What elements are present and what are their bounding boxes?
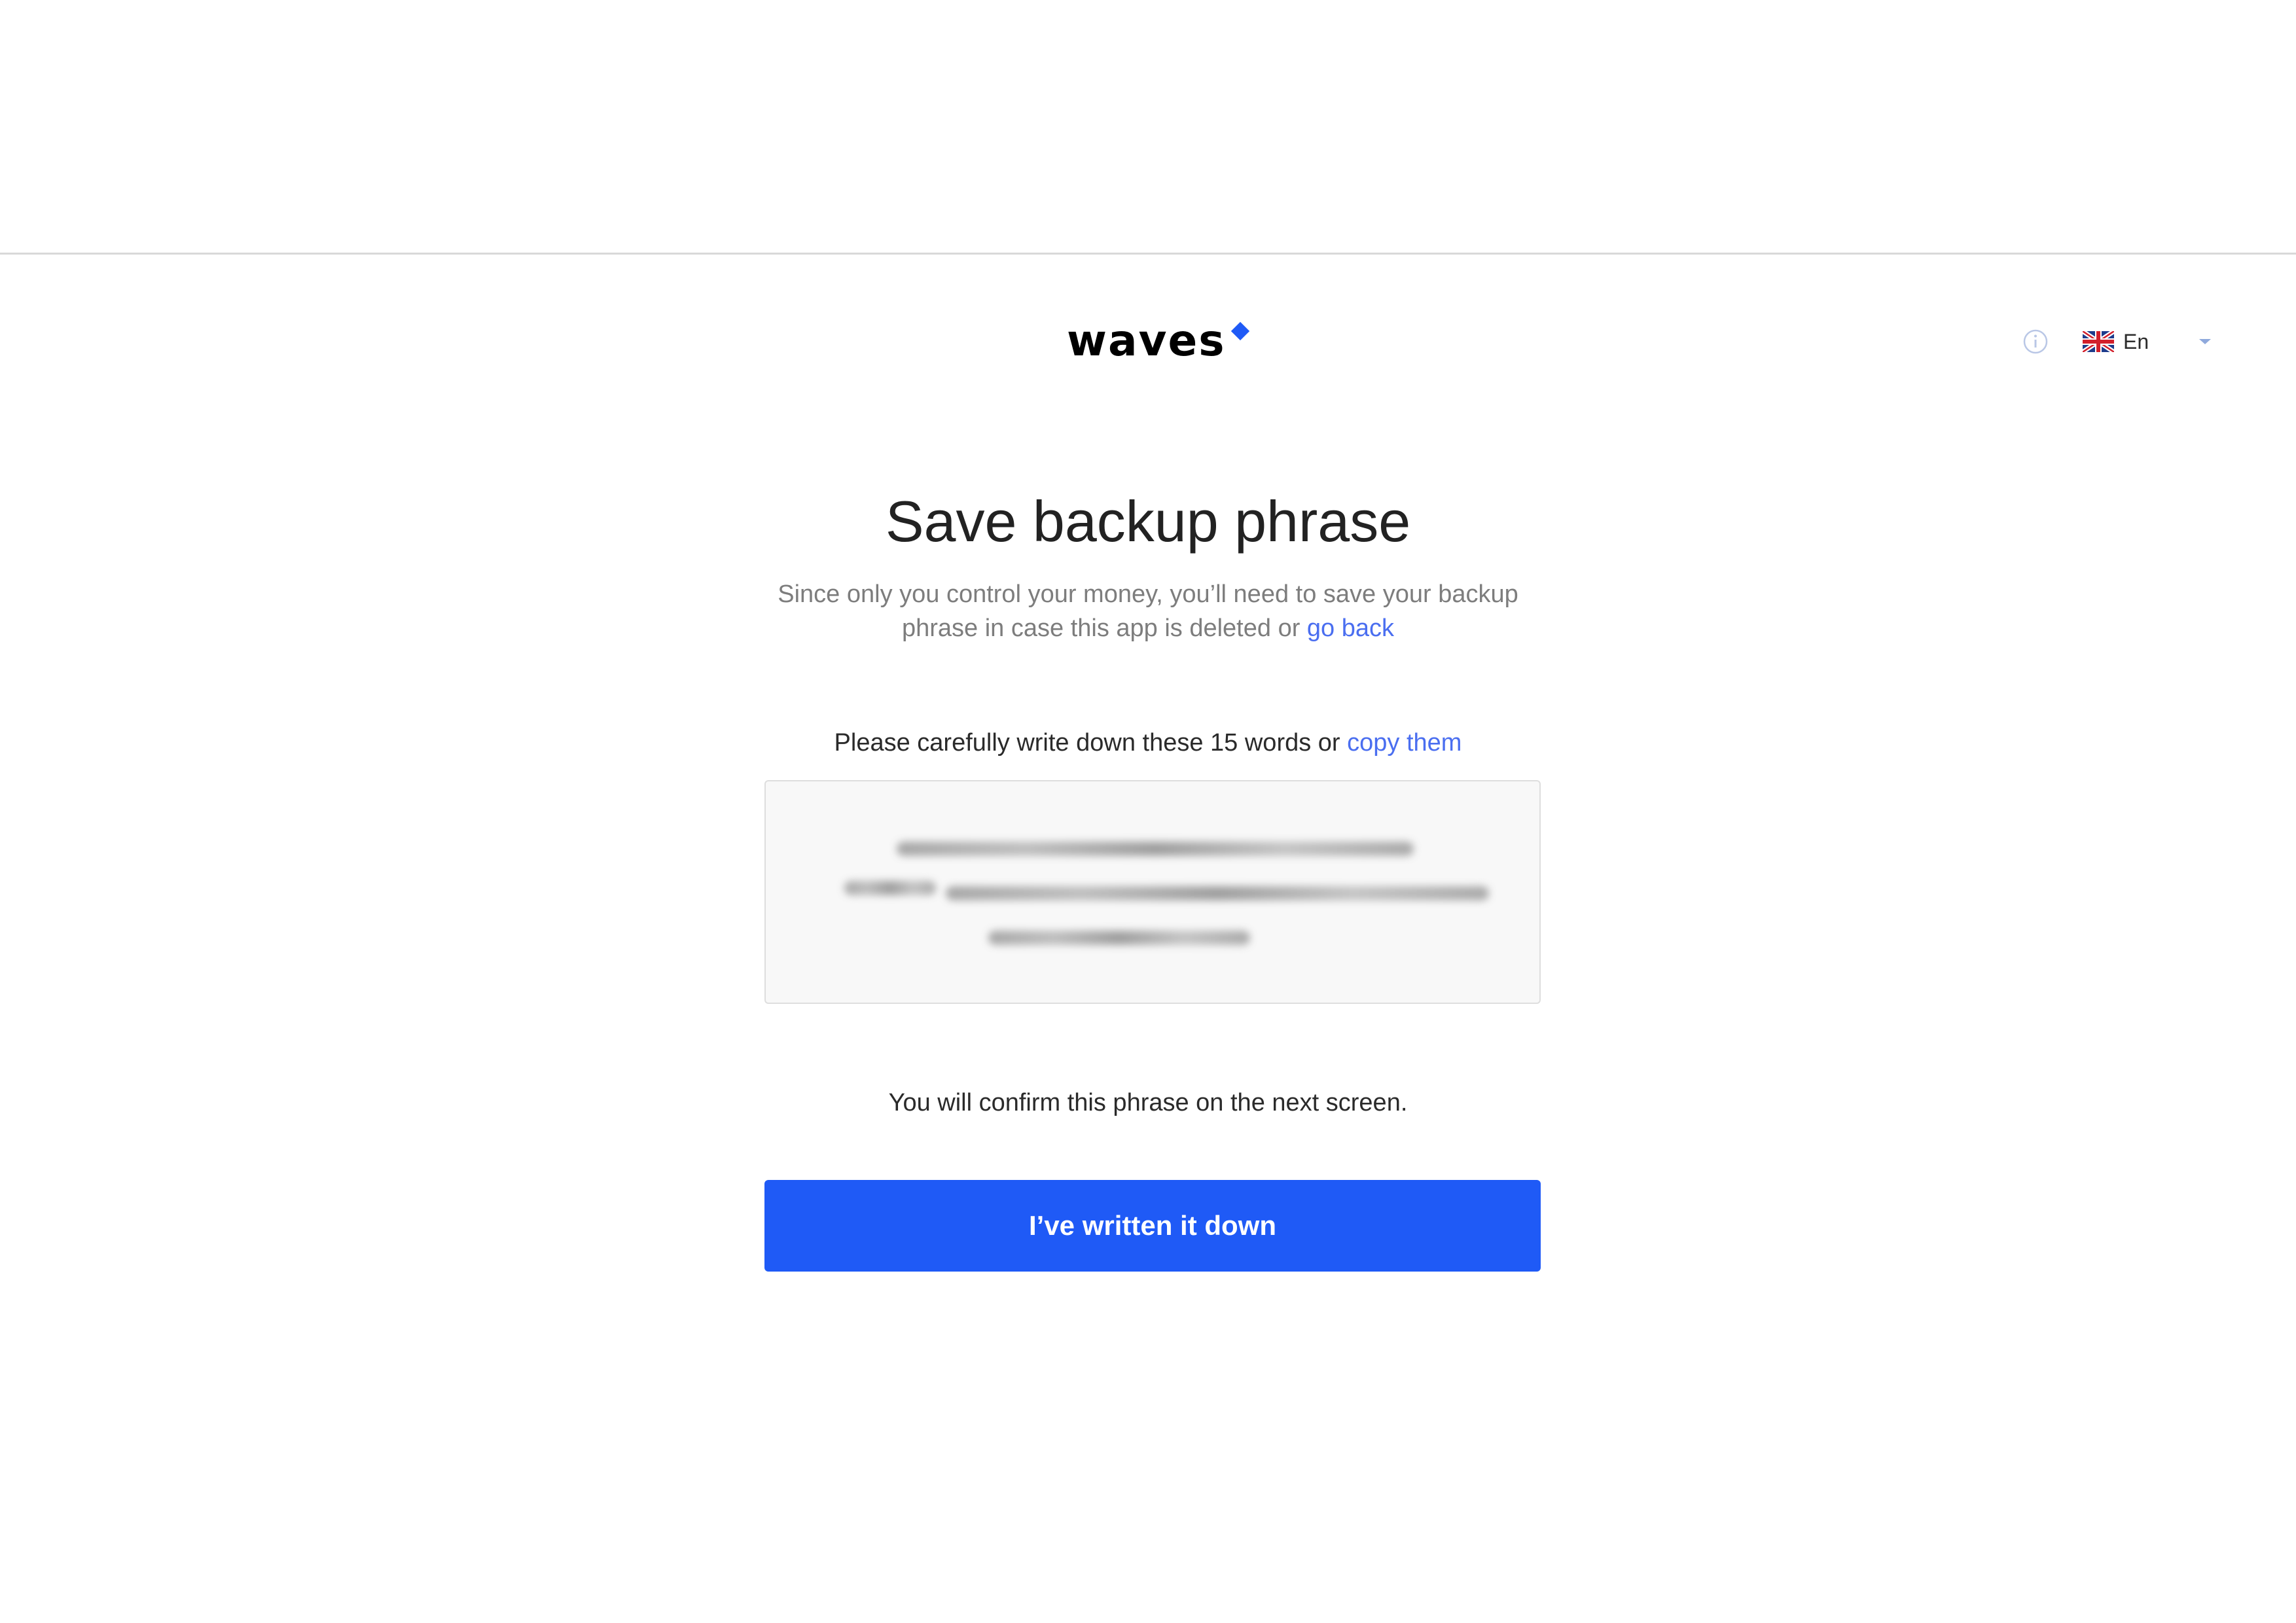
chevron-down-icon[interactable] <box>2195 335 2215 348</box>
info-icon[interactable] <box>2022 329 2049 355</box>
uk-flag-icon[interactable] <box>2081 329 2115 354</box>
language-label[interactable]: En <box>2123 330 2176 354</box>
blurred-phrase-line <box>897 842 1414 856</box>
confirm-note: You will confirm this phrase on the next… <box>888 1089 1408 1116</box>
copy-them-link[interactable]: copy them <box>1347 729 1462 757</box>
written-it-down-button[interactable]: I’ve written it down <box>764 1180 1541 1272</box>
header-divider <box>0 253 2296 255</box>
go-back-link[interactable]: go back <box>1307 615 1394 642</box>
instruction-text: Please carefully write down these 15 wor… <box>0 726 2296 759</box>
instruction-label: Please carefully write down these 15 wor… <box>834 729 1340 757</box>
blurred-phrase-line <box>946 886 1489 901</box>
backup-phrase-box <box>764 780 1541 1004</box>
top-blank-area <box>0 0 2296 253</box>
subtitle-text: Since only you control your money, you’l… <box>778 580 1518 642</box>
logo-text: waves <box>1067 315 1226 366</box>
header-controls: En <box>2022 323 2219 360</box>
waves-logo: waves <box>1067 312 1249 370</box>
page-title: Save backup phrase <box>885 489 1411 554</box>
diamond-icon <box>1230 321 1249 341</box>
page-subtitle: Since only you control your money, you’l… <box>755 577 1541 645</box>
blurred-phrase-line <box>844 881 936 895</box>
page: waves En Save backup phrase Since only y… <box>0 0 2296 1623</box>
blurred-phrase-line <box>988 931 1250 945</box>
